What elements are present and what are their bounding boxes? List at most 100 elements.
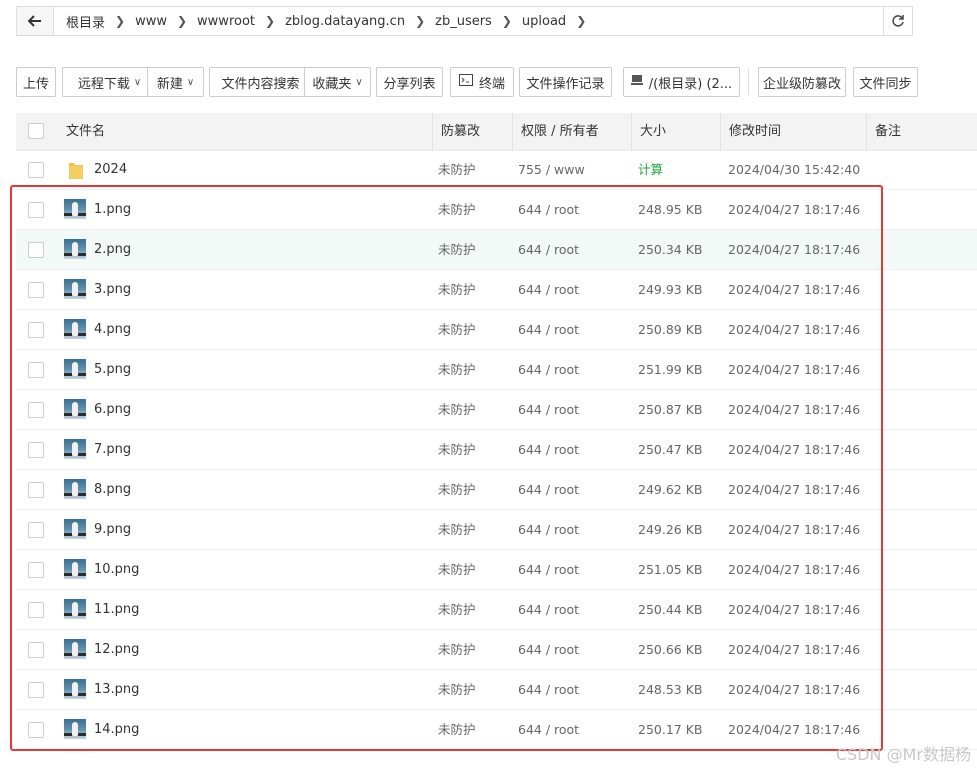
table-row[interactable]: 13.png 未防护 644 / root 248.53 KB 2024/04/27 1… bbox=[16, 670, 977, 710]
breadcrumb-item-www[interactable]: www bbox=[131, 14, 171, 29]
file-name[interactable]: 2024 bbox=[94, 150, 127, 190]
file-name[interactable]: 3.png bbox=[94, 270, 131, 310]
table-row[interactable]: 2024 未防护 755 / www 计算 2024/04/30 15:42:4… bbox=[16, 150, 977, 190]
file-name[interactable]: 11.png bbox=[94, 590, 139, 630]
row-checkbox[interactable] bbox=[28, 602, 44, 618]
calculate-size-link[interactable]: 计算 bbox=[638, 150, 663, 190]
tamper-status[interactable]: 未防护 bbox=[438, 310, 476, 350]
permission[interactable]: 644 / root bbox=[518, 270, 579, 310]
tamper-status[interactable]: 未防护 bbox=[438, 150, 476, 190]
favorites-button[interactable]: 收藏夹 ∨ bbox=[304, 67, 371, 97]
breadcrumb-item-upload[interactable]: upload bbox=[518, 14, 570, 29]
column-header-name[interactable]: 文件名 bbox=[66, 113, 105, 150]
row-checkbox[interactable] bbox=[28, 402, 44, 418]
file-name[interactable]: 10.png bbox=[94, 550, 139, 590]
permission[interactable]: 755 / www bbox=[518, 150, 585, 190]
file-name[interactable]: 7.png bbox=[94, 430, 131, 470]
share-list-button[interactable]: 分享列表 bbox=[376, 67, 443, 97]
tamper-status[interactable]: 未防护 bbox=[438, 470, 476, 510]
table-row[interactable]: 10.png 未防护 644 / root 251.05 KB 2024/04/27 1… bbox=[16, 550, 977, 590]
tamper-status[interactable]: 未防护 bbox=[438, 670, 476, 710]
permission[interactable]: 644 / root bbox=[518, 670, 579, 710]
file-name[interactable]: 12.png bbox=[94, 630, 139, 670]
table-row[interactable]: 12.png 未防护 644 / root 250.66 KB 2024/04/27 1… bbox=[16, 630, 977, 670]
table-row[interactable]: 7.png 未防护 644 / root 250.47 KB 2024/04/27 18… bbox=[16, 430, 977, 470]
file-name[interactable]: 13.png bbox=[94, 670, 139, 710]
tamper-status[interactable]: 未防护 bbox=[438, 230, 476, 270]
permission[interactable]: 644 / root bbox=[518, 350, 579, 390]
row-checkbox[interactable] bbox=[28, 682, 44, 698]
tamper-status[interactable]: 未防护 bbox=[438, 510, 476, 550]
terminal-button[interactable]: 终端 bbox=[450, 67, 514, 97]
file-op-log-button[interactable]: 文件操作记录 bbox=[519, 67, 612, 97]
file-name[interactable]: 14.png bbox=[94, 710, 139, 750]
permission[interactable]: 644 / root bbox=[518, 390, 579, 430]
file-name[interactable]: 4.png bbox=[94, 310, 131, 350]
remote-download-button[interactable]: 远程下载 ∨ bbox=[62, 67, 157, 97]
permission[interactable]: 644 / root bbox=[518, 310, 579, 350]
row-checkbox[interactable] bbox=[28, 722, 44, 738]
permission[interactable]: 644 / root bbox=[518, 430, 579, 470]
row-checkbox[interactable] bbox=[28, 162, 44, 178]
table-row[interactable]: 1.png 未防护 644 / root 248.95 KB 2024/04/27 18… bbox=[16, 190, 977, 230]
tamper-status[interactable]: 未防护 bbox=[438, 550, 476, 590]
file-sync-button[interactable]: 文件同步 bbox=[853, 67, 918, 97]
file-name[interactable]: 6.png bbox=[94, 390, 131, 430]
row-checkbox[interactable] bbox=[28, 322, 44, 338]
column-header-permission[interactable]: 权限 / 所有者 bbox=[512, 113, 599, 150]
select-all-checkbox[interactable] bbox=[28, 123, 44, 139]
column-header-mtime[interactable]: 修改时间 bbox=[720, 113, 781, 150]
row-checkbox[interactable] bbox=[28, 522, 44, 538]
table-row[interactable]: 8.png 未防护 644 / root 249.62 KB 2024/04/27 18… bbox=[16, 470, 977, 510]
upload-button[interactable]: 上传 bbox=[16, 67, 56, 97]
file-name[interactable]: 9.png bbox=[94, 510, 131, 550]
tamper-status[interactable]: 未防护 bbox=[438, 350, 476, 390]
tamper-status[interactable]: 未防护 bbox=[438, 590, 476, 630]
permission[interactable]: 644 / root bbox=[518, 550, 579, 590]
tamper-status[interactable]: 未防护 bbox=[438, 710, 476, 750]
file-name[interactable]: 8.png bbox=[94, 470, 131, 510]
new-button[interactable]: 新建 ∨ bbox=[147, 67, 204, 97]
table-row[interactable]: 3.png 未防护 644 / root 249.93 KB 2024/04/27 18… bbox=[16, 270, 977, 310]
file-name[interactable]: 5.png bbox=[94, 350, 131, 390]
back-button[interactable] bbox=[17, 7, 54, 35]
row-checkbox[interactable] bbox=[28, 242, 44, 258]
breadcrumb-item-site[interactable]: zblog.datayang.cn bbox=[281, 14, 409, 29]
breadcrumb-item-root[interactable]: 根目录 bbox=[62, 12, 109, 31]
tamper-status[interactable]: 未防护 bbox=[438, 190, 476, 230]
table-row[interactable]: 2.png 未防护 644 / root 250.34 KB 2024/04/27 18… bbox=[16, 230, 977, 270]
row-checkbox[interactable] bbox=[28, 482, 44, 498]
table-row[interactable]: 11.png 未防护 644 / root 250.44 KB 2024/04/27 1… bbox=[16, 590, 977, 630]
row-checkbox[interactable] bbox=[28, 562, 44, 578]
row-checkbox[interactable] bbox=[28, 642, 44, 658]
table-row[interactable]: 9.png 未防护 644 / root 249.26 KB 2024/04/27 18… bbox=[16, 510, 977, 550]
breadcrumb-item-zb-users[interactable]: zb_users bbox=[431, 14, 496, 29]
file-name[interactable]: 2.png bbox=[94, 230, 131, 270]
table-row[interactable]: 14.png 未防护 644 / root 250.17 KB 2024/04/27 1… bbox=[16, 710, 977, 750]
permission[interactable]: 644 / root bbox=[518, 510, 579, 550]
tamper-status[interactable]: 未防护 bbox=[438, 270, 476, 310]
permission[interactable]: 644 / root bbox=[518, 230, 579, 270]
permission[interactable]: 644 / root bbox=[518, 190, 579, 230]
row-checkbox[interactable] bbox=[28, 202, 44, 218]
permission[interactable]: 644 / root bbox=[518, 590, 579, 630]
tamper-status[interactable]: 未防护 bbox=[438, 430, 476, 470]
tamper-status[interactable]: 未防护 bbox=[438, 390, 476, 430]
refresh-button[interactable] bbox=[883, 7, 912, 35]
enterprise-tamper-button[interactable]: 企业级防篡改 bbox=[758, 67, 846, 97]
permission[interactable]: 644 / root bbox=[518, 630, 579, 670]
disk-button[interactable]: /(根目录) (2... bbox=[623, 67, 740, 97]
column-header-size[interactable]: 大小 bbox=[631, 113, 666, 150]
table-row[interactable]: 6.png 未防护 644 / root 250.87 KB 2024/04/27 18… bbox=[16, 390, 977, 430]
table-row[interactable]: 4.png 未防护 644 / root 250.89 KB 2024/04/27 18… bbox=[16, 310, 977, 350]
tamper-status[interactable]: 未防护 bbox=[438, 630, 476, 670]
permission[interactable]: 644 / root bbox=[518, 710, 579, 750]
row-checkbox[interactable] bbox=[28, 442, 44, 458]
row-checkbox[interactable] bbox=[28, 282, 44, 298]
row-checkbox[interactable] bbox=[28, 362, 44, 378]
breadcrumb-item-wwwroot[interactable]: wwwroot bbox=[193, 14, 259, 29]
permission[interactable]: 644 / root bbox=[518, 470, 579, 510]
table-row[interactable]: 5.png 未防护 644 / root 251.99 KB 2024/04/27 18… bbox=[16, 350, 977, 390]
column-header-tamper[interactable]: 防篡改 bbox=[432, 113, 480, 150]
file-name[interactable]: 1.png bbox=[94, 190, 131, 230]
